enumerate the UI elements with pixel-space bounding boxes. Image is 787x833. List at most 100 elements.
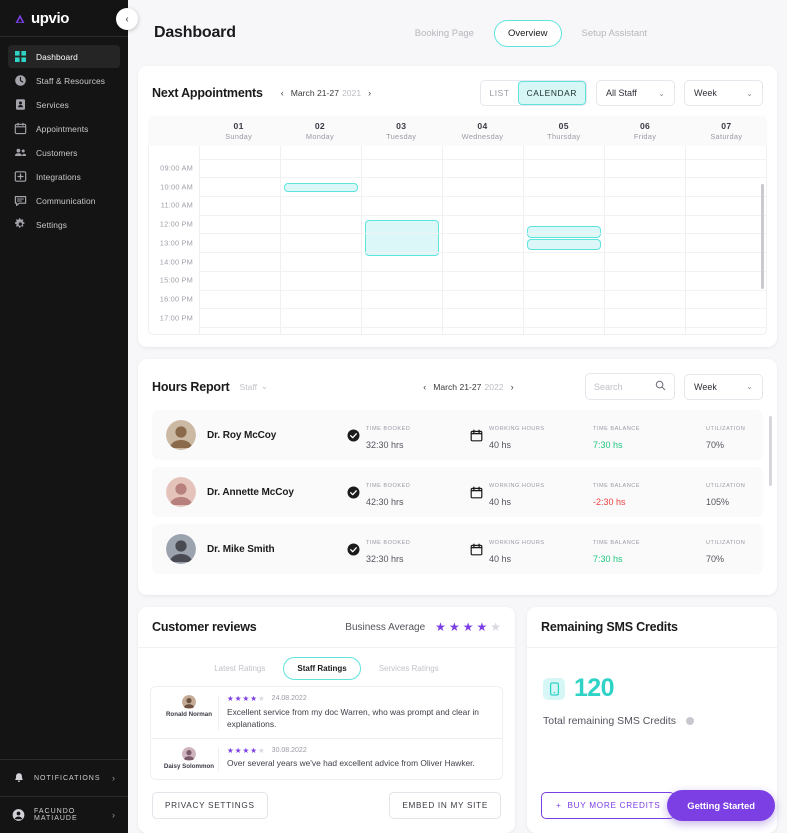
metric-utilization: UTILIZATION 105%: [706, 474, 745, 510]
prev-week-button[interactable]: ‹: [281, 88, 284, 98]
tab-staff-ratings[interactable]: Staff Ratings: [283, 657, 361, 680]
clock-icon: [14, 74, 27, 87]
star-icon: ★: [234, 694, 242, 703]
sidebar-user-profile[interactable]: FACUNDO MATIAUDE ›: [0, 796, 128, 833]
sidebar-item-settings[interactable]: Settings: [8, 213, 120, 236]
metric-time-balance: TIME BALANCE 7:30 hs: [593, 417, 706, 453]
calendar-event[interactable]: [284, 183, 358, 192]
calendar-gutter-spacer: [148, 116, 198, 146]
calendar-day-column[interactable]: [199, 146, 280, 334]
period-filter-select[interactable]: Week ⌄: [684, 80, 763, 106]
table-row[interactable]: Dr. Annette McCoy TIME BOOKED 42:30 hrs WOR…: [152, 467, 763, 517]
embed-in-site-button[interactable]: EMBED IN MY SITE: [389, 791, 501, 819]
review-date: 24.08.2022: [271, 695, 307, 703]
search-input[interactable]: [594, 381, 649, 392]
sidebar-item-integrations[interactable]: Integrations: [8, 165, 120, 188]
chevron-down-icon: ⌄: [746, 88, 753, 98]
hours-report-scrollbar[interactable]: [769, 416, 772, 486]
calendar-scrollbar[interactable]: [761, 184, 764, 289]
sms-credits-title: Remaining SMS Credits: [541, 620, 678, 634]
sidebar-item-label: Dashboard: [36, 51, 78, 62]
hours-prev-button[interactable]: ‹: [423, 382, 426, 392]
calendar-icon: [470, 543, 483, 556]
metric-label: UTILIZATION: [706, 540, 746, 546]
star-icon: ★: [435, 620, 446, 634]
sidebar-item-customers[interactable]: Customers: [8, 141, 120, 164]
appointments-date-range: March 21-27 2021: [290, 88, 362, 98]
staff-filter-select[interactable]: All Staff ⌄: [596, 80, 675, 106]
metric-value: 7:30 hs: [593, 554, 623, 564]
calendar-day-column[interactable]: [685, 146, 766, 334]
phone-icon: [543, 677, 565, 700]
review-text: Excellent service from my doc Warren, wh…: [227, 706, 479, 729]
id-card-icon: [14, 98, 27, 111]
tab-booking-page[interactable]: Booking Page: [401, 20, 488, 47]
sidebar-nav: Dashboard Staff & Resources Services App…: [0, 43, 128, 236]
sidebar-item-staff-resources[interactable]: Staff & Resources: [8, 69, 120, 92]
list-item[interactable]: Daisy Solommon ★ ★ ★ ★ ★ 30.08.2022 Over severa…: [151, 737, 502, 779]
view-toggle-list[interactable]: LIST: [481, 81, 517, 105]
review-author: Ronald Norman: [160, 695, 218, 730]
calendar-hour-line: [199, 158, 766, 160]
search-box[interactable]: [585, 373, 675, 400]
hours-staff-filter[interactable]: Staff ⌄: [239, 381, 268, 392]
info-icon[interactable]: [686, 717, 695, 725]
tab-overview[interactable]: Overview: [493, 19, 562, 47]
calendar-event[interactable]: [527, 239, 601, 250]
sidebar-item-label: Integrations: [36, 171, 81, 182]
getting-started-button[interactable]: Getting Started: [667, 790, 775, 821]
hours-next-button[interactable]: ›: [511, 382, 514, 392]
metric-label: WORKING HOURS: [489, 426, 545, 432]
brand-name: upvio: [31, 9, 69, 27]
buy-more-credits-button[interactable]: + BUY MORE CREDITS: [541, 791, 676, 819]
view-toggle-calendar[interactable]: CALENDAR: [517, 81, 586, 105]
staff-name: Dr. Roy McCoy: [207, 429, 277, 441]
sidebar-notifications[interactable]: NOTIFICATIONS ›: [0, 759, 128, 796]
sidebar-item-label: Appointments: [36, 123, 89, 134]
calendar-hour-line: [199, 270, 766, 272]
sidebar-item-communication[interactable]: Communication: [8, 189, 120, 212]
privacy-settings-button[interactable]: PRIVACY SETTINGS: [152, 791, 268, 819]
sidebar-item-label: Customers: [36, 147, 78, 158]
staff-name: Dr. Annette McCoy: [207, 486, 294, 498]
tab-services-ratings[interactable]: Services Ratings: [365, 657, 453, 680]
staff-filter-value: All Staff: [606, 88, 637, 98]
star-icon: ★: [234, 745, 242, 755]
sidebar-user-label: FACUNDO MATIAUDE: [34, 808, 78, 822]
tab-setup-assistant[interactable]: Setup Assistant: [568, 20, 661, 47]
sidebar-item-dashboard[interactable]: Dashboard: [8, 45, 120, 68]
calendar-hour-line: [199, 252, 766, 254]
hours-period-select[interactable]: Week ⌄: [684, 373, 763, 400]
avatar: [166, 420, 196, 450]
calendar-day-column[interactable]: [604, 146, 685, 334]
calendar-day-column[interactable]: [442, 146, 523, 334]
day-name: Friday: [633, 132, 657, 141]
calendar-day-column[interactable]: [280, 146, 361, 334]
calendar-time-label: 10:00 AM: [160, 182, 193, 192]
gear-icon: [14, 218, 27, 231]
star-icon: ★: [257, 745, 265, 755]
sidebar-item-services[interactable]: Services: [8, 93, 120, 116]
calendar-day-column[interactable]: [523, 146, 604, 334]
day-number: 07: [721, 121, 732, 131]
appointments-date-year: 2021: [341, 88, 362, 98]
calendar-day-columns[interactable]: [199, 146, 766, 334]
sidebar-collapse-button[interactable]: ‹: [116, 8, 138, 30]
calendar-event[interactable]: [365, 220, 439, 256]
calendar-icon: [470, 486, 483, 499]
calendar-grid[interactable]: 09:00 AM 10:00 AM 11:00 AM 12:00 PM 13:00 PM…: [148, 146, 767, 335]
sidebar-item-label: Staff & Resources: [36, 75, 106, 86]
list-item[interactable]: Ronald Norman ★ ★ ★ ★ ★ 24.08.2022 Excellent se…: [151, 687, 502, 738]
sidebar-item-appointments[interactable]: Appointments: [8, 117, 120, 140]
avatar: [182, 746, 196, 761]
calendar-event[interactable]: [527, 226, 601, 238]
next-week-button[interactable]: ›: [368, 88, 371, 98]
sms-credits-header: Remaining SMS Credits: [527, 607, 777, 648]
calendar-day-column[interactable]: [361, 146, 442, 334]
customer-reviews-header: Customer reviews Business Average ★ ★ ★ ★ ★: [138, 607, 515, 648]
tab-latest-ratings[interactable]: Latest Ratings: [200, 657, 279, 680]
metric-label: UTILIZATION: [706, 426, 746, 432]
table-row[interactable]: Dr. Mike Smith TIME BOOKED 32:30 hrs WORKIN…: [152, 524, 763, 574]
table-row[interactable]: Dr. Roy McCoy TIME BOOKED 32:30 hrs WORKING…: [152, 410, 763, 460]
search-icon[interactable]: [655, 378, 666, 396]
